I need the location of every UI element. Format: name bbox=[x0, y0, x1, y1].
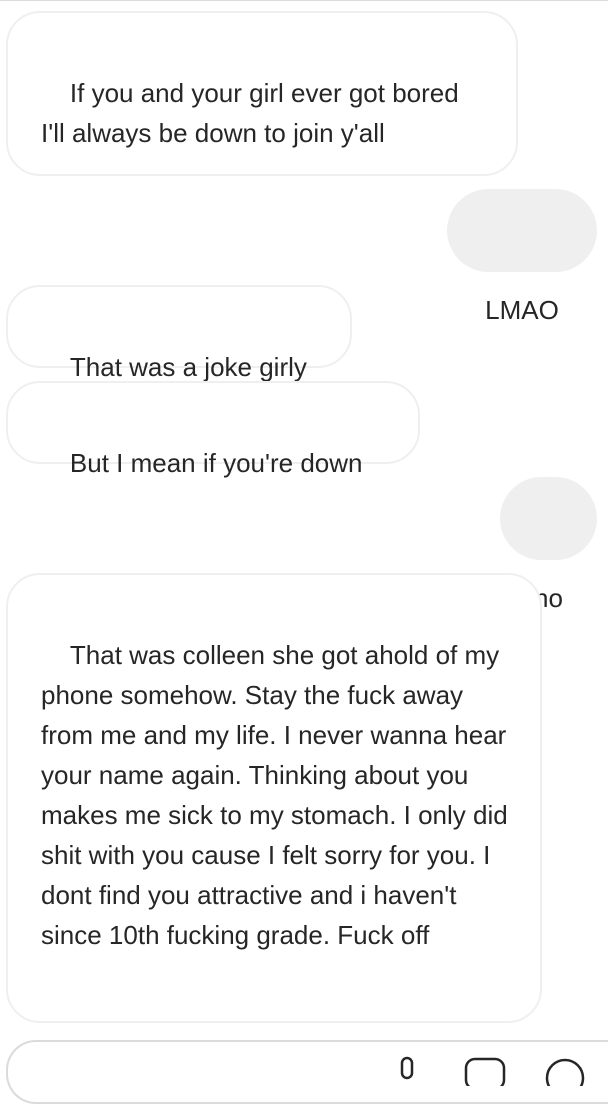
message-text: That was colleen she got ahold of my pho… bbox=[41, 640, 515, 950]
incoming-message[interactable]: If you and your girl ever got bored I'll… bbox=[6, 11, 518, 176]
message-text: LMAO bbox=[485, 295, 559, 325]
incoming-message[interactable]: But I mean if you're down bbox=[6, 381, 420, 478]
sticker-icon[interactable] bbox=[543, 1056, 587, 1086]
microphone-icon[interactable] bbox=[394, 1056, 420, 1086]
message-text: That was a joke girly bbox=[69, 352, 307, 382]
message-thread: If you and your girl ever got bored I'll… bbox=[0, 0, 608, 1062]
incoming-message[interactable]: That was colleen she got ahold of my pho… bbox=[6, 573, 542, 1023]
message-text: If you and your girl ever got bored I'll… bbox=[41, 78, 466, 148]
message-text: But I mean if you're down bbox=[69, 448, 363, 478]
message-composer[interactable] bbox=[6, 1040, 608, 1104]
incoming-message[interactable]: That was a joke girly bbox=[6, 285, 352, 382]
photo-icon[interactable] bbox=[463, 1056, 507, 1086]
outgoing-message[interactable]: LMAO bbox=[447, 189, 597, 325]
outgoing-message[interactable]: no bbox=[500, 477, 597, 613]
